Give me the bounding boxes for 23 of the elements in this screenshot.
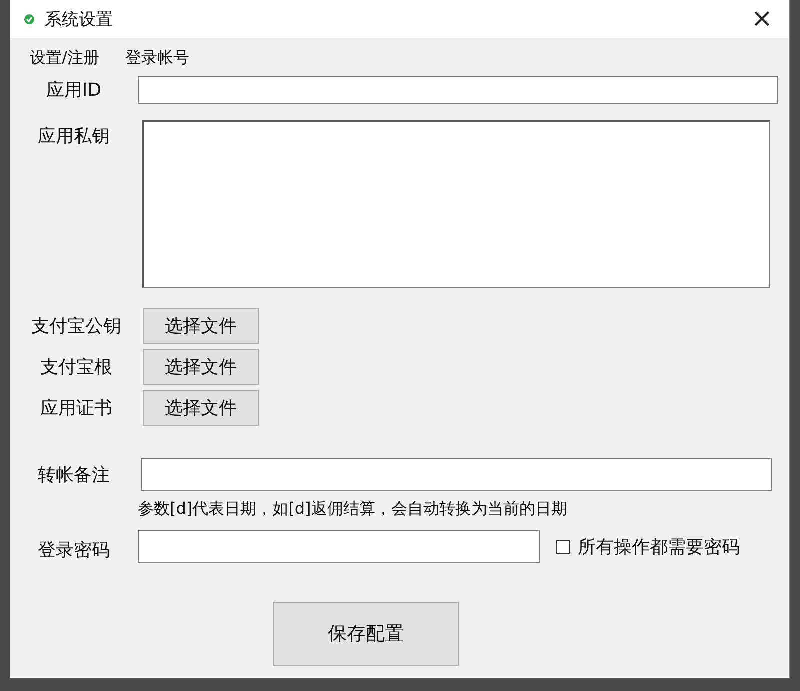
field-label: 应用私钥 <box>37 125 111 148</box>
field-label: 支付宝公钥 <box>30 315 122 338</box>
field-label: 登录密码 <box>37 538 111 562</box>
window-title: 系统设置 <box>45 8 113 30</box>
app-icon <box>24 14 35 24</box>
choose-file-button[interactable]: 选择文件 <box>143 308 259 344</box>
choose-file-button[interactable]: 选择文件 <box>143 349 259 385</box>
transfer-note-field[interactable] <box>141 458 772 491</box>
private-key-field[interactable] <box>142 120 770 288</box>
header-link[interactable]: 登录帐号 <box>125 48 190 70</box>
checkbox[interactable] <box>556 540 570 554</box>
hint-text: 参数[d]代表日期，如[d]返佣结算，会自动转换为当前的日期 <box>138 499 568 520</box>
header-link[interactable]: 设置/注册 <box>30 48 100 70</box>
password-field[interactable] <box>138 530 540 563</box>
save-button[interactable]: 保存配置 <box>273 602 459 666</box>
checkbox-label[interactable]: 所有操作都需要密码 <box>578 534 740 558</box>
field-label: 转帐备注 <box>37 464 111 486</box>
field-label: 应用ID <box>45 79 103 102</box>
field-label: 支付宝根 <box>40 356 114 379</box>
app-id-field[interactable] <box>138 76 778 104</box>
close-button[interactable]: × <box>747 6 777 32</box>
field-label: 应用证书 <box>40 397 114 420</box>
choose-file-button[interactable]: 选择文件 <box>143 390 259 426</box>
